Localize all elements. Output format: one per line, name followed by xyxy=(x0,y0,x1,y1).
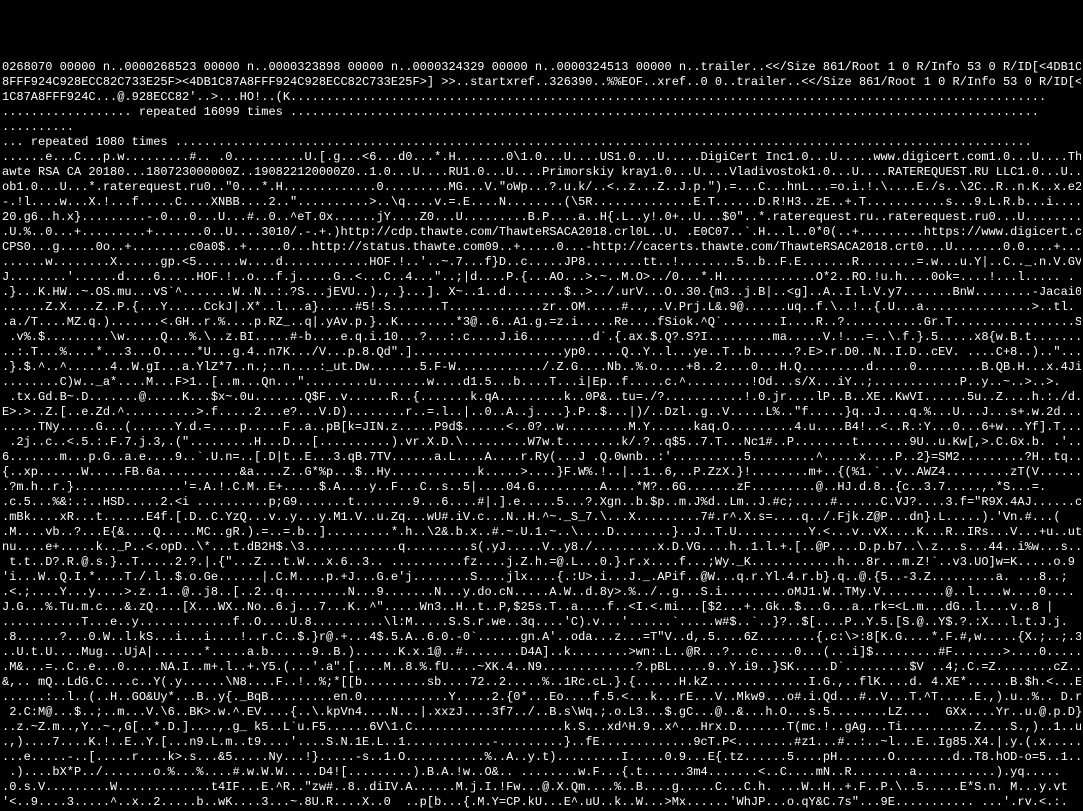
terminal-line: E>.>..Z.[..e.Zd.^..........>.f.....2...e… xyxy=(2,405,1081,420)
terminal-line: J.G...%.Tu.m.c...&.zQ....[X...WX..No..6.… xyxy=(2,600,1081,615)
terminal-line: .tx.Gd.B~.D.......@.....K...$x~.0u......… xyxy=(2,390,1081,405)
terminal-line: .}.$.^..^......4..W.gI...a.YlZ*7..n.;..n… xyxy=(2,360,1081,375)
terminal-line: .0.s.V.........W.............t4IF...E.^R… xyxy=(2,780,1081,795)
terminal-line: ..z.~Z.m..,Y..~.,G[..*.D.]....,.g_ k5..L… xyxy=(2,720,1081,735)
terminal-line: .?m.h..r.}...............'=.A.!.C.M..E+.… xyxy=(2,480,1081,495)
terminal-line: .<.;....Y...y....>.z..1..@..j8..[..2..q.… xyxy=(2,585,1081,600)
terminal-line: .c.5...%&:.:..HSD.....2.<i ..........p;G… xyxy=(2,495,1081,510)
terminal-line: .}...K.HW..~.OS.mu...vS`^.......W..N..:.… xyxy=(2,285,1081,300)
terminal-line: .2j..c..<.5.:.F.7.j.3,.(".........H...D.… xyxy=(2,435,1081,450)
terminal-line: .....TNy.....G...(......Y.d.=....p.....F… xyxy=(2,420,1081,435)
terminal-line: .M&...=..C..e...0.....NA.I..m+.l..+.Y5.(… xyxy=(2,660,1081,675)
terminal-line: -.!l....w...X.!...f.....C....XNBB....2..… xyxy=(2,195,1081,210)
terminal-line: 0268070 00000 n..0000268523 00000 n..000… xyxy=(2,60,1081,75)
terminal-line: 1C87A8FFF924C...@.928ECC82'..>...HO!..(K… xyxy=(2,90,1081,105)
terminal-line: ......w........X......gp.<5......w....d.… xyxy=(2,255,1081,270)
terminal-output: 0268070 00000 n..0000268523 00000 n..000… xyxy=(0,60,1083,811)
terminal-line: ......e...C...p.w.........#.. .0........… xyxy=(2,150,1081,165)
terminal-line: .mBk....xR...t......E4f.[.D..C.YzQ...v..… xyxy=(2,510,1081,525)
terminal-line: CPS0...g.....0o..+........c0a0$..+.....0… xyxy=(2,240,1081,255)
terminal-line: .)....bX*P../.......o.%...%....#.w.W.W..… xyxy=(2,765,1081,780)
terminal-line: ......:..l..(..H..GO&Uy*...B..y{._BqB...… xyxy=(2,690,1081,705)
terminal-line: .................. repeated 16099 times … xyxy=(2,105,1081,120)
terminal-line: awte RSA CA 20180...180723000000Z..19082… xyxy=(2,165,1081,180)
terminal-line: t.t..D?.R.@.s.}..T.....2.?.|.{"...Z...t.… xyxy=(2,555,1081,570)
terminal-line: ..:.T...%....*...3...O.....*U...g.4..n7K… xyxy=(2,345,1081,360)
terminal-line: {..xp......W.....FB.6a...........&a....Z… xyxy=(2,465,1081,480)
terminal-line: .,)....7....K.!..E..Y.[...n9.L.m..t9....… xyxy=(2,735,1081,750)
terminal-line: ob1.0...U...*.raterequest.ru0.."0...*.H.… xyxy=(2,180,1081,195)
terminal-line: 2.C:M@...$..;..m...V.\6..BK>.w.^.EV....{… xyxy=(2,705,1081,720)
terminal-line: .v%.$.........\w.....Q...%.\..z.BI.....#… xyxy=(2,330,1081,345)
terminal-line: .M....vb..?...E{&....Q.....MC..gR.).=..=… xyxy=(2,525,1081,540)
terminal-line: .......... xyxy=(2,120,1081,135)
terminal-line: 20.g6..h.x}.........-.0...0...U...#..0..… xyxy=(2,210,1081,225)
terminal-line: .U.%..0...+.........+.......0..U....3010… xyxy=(2,225,1081,240)
terminal-line: 6.......m...p.G..a.e....9..`.U.n=..[.D|t… xyxy=(2,450,1081,465)
terminal-line: .8......?...0.W..l.kS...i...i....!..r.C.… xyxy=(2,630,1081,645)
terminal-line: ...........T...e..y.............f..O....… xyxy=(2,615,1081,630)
terminal-line: ........C)w.._a*....M...F>1..[..m...Qn..… xyxy=(2,375,1081,390)
terminal-line: ...e.....-..[.....r....k>.s...&5.....Ny.… xyxy=(2,750,1081,765)
terminal-line: 'i...W..Q.I.*....T./.l..$.o.Ge......|.C.… xyxy=(2,570,1081,585)
terminal-line: ......Z.X....Z..P.{...Y.....CckJ|.X*..l.… xyxy=(2,300,1081,315)
terminal-line: .a./T....MZ.q.).......<.GH..r.%....p.RZ_… xyxy=(2,315,1081,330)
terminal-line: ... repeated 1080 times ................… xyxy=(2,135,1081,150)
terminal-line: 8FFF924C928ECC82C733E25F><4DB1C87A8FFF92… xyxy=(2,75,1081,90)
terminal-line: &,.. mQ..LdG.C....c..Y(.y......\N8....F.… xyxy=(2,675,1081,690)
terminal-line: ..U.t.U....Mug...UjA|.......*.....a.b...… xyxy=(2,645,1081,660)
terminal-line: nu....e+.....k.._P..<.opD..\*...t.dB2H$.… xyxy=(2,540,1081,555)
terminal-line: J........'......d....6.....HOF.!..o...f.… xyxy=(2,270,1081,285)
terminal-line: '<..9....3.....^..x..2.....b..wK....3...… xyxy=(2,795,1081,810)
